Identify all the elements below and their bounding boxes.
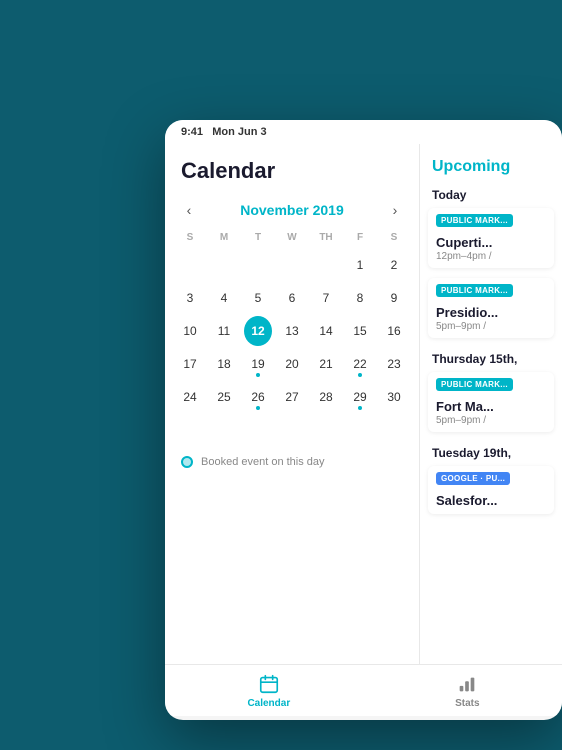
- day-header-tue: T: [241, 230, 275, 245]
- cal-day-8[interactable]: 8: [346, 283, 374, 313]
- cal-day-empty: [176, 250, 204, 280]
- tab-bar: Calendar Stats: [165, 664, 562, 716]
- cal-day-9[interactable]: 9: [380, 283, 408, 313]
- event-card-cupertino[interactable]: PUBLIC MARK... Cuperti... 12pm–4pm /: [428, 208, 554, 268]
- cal-day-23[interactable]: 23: [380, 349, 408, 379]
- legend-dot: [181, 456, 193, 468]
- cal-day-25[interactable]: 25: [210, 382, 238, 412]
- cal-day-26[interactable]: 26: [244, 382, 272, 412]
- section-tuesday: Tuesday 19th,: [420, 442, 562, 466]
- cal-day-empty: [176, 415, 204, 445]
- cal-day-20[interactable]: 20: [278, 349, 306, 379]
- tab-calendar-label: Calendar: [247, 698, 290, 709]
- event-name-1: Cuperti...: [436, 235, 546, 250]
- day-header-fri: F: [343, 230, 377, 245]
- cal-day-30[interactable]: 30: [380, 382, 408, 412]
- event-name-2: Presidio...: [436, 305, 546, 320]
- month-nav: ‹ November 2019 ›: [165, 194, 419, 230]
- day-header-sat: S: [377, 230, 411, 245]
- event-card-salesforce[interactable]: GOOGLE · PU... Salesfor...: [428, 466, 554, 514]
- cal-day-empty: [244, 250, 272, 280]
- day-header-thu: TH: [309, 230, 343, 245]
- cal-day-3[interactable]: 3: [176, 283, 204, 313]
- cal-day-29[interactable]: 29: [346, 382, 374, 412]
- event-card-presidio[interactable]: PUBLIC MARK... Presidio... 5pm–9pm /: [428, 278, 554, 338]
- calendar-panel: Calendar ‹ November 2019 › S M T W TH F …: [165, 144, 420, 664]
- event-time-3: 5pm–9pm /: [436, 415, 546, 426]
- cal-day-empty: [278, 250, 306, 280]
- event-badge-1: PUBLIC MARK...: [436, 214, 513, 227]
- day-headers: S M T W TH F S: [165, 230, 419, 245]
- cal-day-17[interactable]: 17: [176, 349, 204, 379]
- event-badge-4: GOOGLE · PU...: [436, 472, 510, 485]
- day-header-wed: W: [275, 230, 309, 245]
- tab-stats[interactable]: Stats: [455, 672, 479, 709]
- event-time-2: 5pm–9pm /: [436, 321, 546, 332]
- event-name-3: Fort Ma...: [436, 399, 546, 414]
- event-badge-3: PUBLIC MARK...: [436, 378, 513, 391]
- cal-day-16[interactable]: 16: [380, 316, 408, 346]
- device-frame: 9:41 Mon Jun 3 Calendar ‹ November 2019 …: [165, 120, 562, 720]
- app-container: Calendar ‹ November 2019 › S M T W TH F …: [165, 144, 562, 664]
- cal-day-13[interactable]: 13: [278, 316, 306, 346]
- event-time-1: 12pm–4pm /: [436, 251, 546, 262]
- cal-day-12-today[interactable]: 12: [244, 316, 272, 346]
- cal-day-1[interactable]: 1: [346, 250, 374, 280]
- cal-day-6[interactable]: 6: [278, 283, 306, 313]
- cal-day-22[interactable]: 22: [346, 349, 374, 379]
- upcoming-title: Upcoming: [420, 152, 562, 184]
- cal-day-11[interactable]: 11: [210, 316, 238, 346]
- legend-label: Booked event on this day: [201, 456, 325, 468]
- calendar-title: Calendar: [165, 144, 419, 194]
- cal-day-empty: [312, 250, 340, 280]
- cal-day-18[interactable]: 18: [210, 349, 238, 379]
- event-badge-2: PUBLIC MARK...: [436, 284, 513, 297]
- tab-calendar[interactable]: Calendar: [247, 672, 290, 709]
- status-time: 9:41: [181, 126, 203, 138]
- cal-day-14[interactable]: 14: [312, 316, 340, 346]
- stats-tab-icon: [455, 672, 479, 696]
- cal-day-15[interactable]: 15: [346, 316, 374, 346]
- status-date: Mon Jun 3: [212, 126, 266, 138]
- calendar-grid: 1 2 3 4 5 6 7 8 9 10 11 12 13 14 15 16 1…: [165, 249, 419, 446]
- cal-day-21[interactable]: 21: [312, 349, 340, 379]
- upcoming-panel: Upcoming Today PUBLIC MARK... Cuperti...…: [420, 144, 562, 664]
- event-name-4: Salesfor...: [436, 493, 546, 508]
- event-card-fortma[interactable]: PUBLIC MARK... Fort Ma... 5pm–9pm /: [428, 372, 554, 432]
- cal-day-4[interactable]: 4: [210, 283, 238, 313]
- cal-day-5[interactable]: 5: [244, 283, 272, 313]
- tab-stats-label: Stats: [455, 698, 479, 709]
- section-thursday: Thursday 15th,: [420, 348, 562, 372]
- day-header-mon: M: [207, 230, 241, 245]
- calendar-tab-icon: [257, 672, 281, 696]
- month-label: November 2019: [240, 202, 344, 218]
- cal-day-empty: [210, 250, 238, 280]
- day-header-sun: S: [173, 230, 207, 245]
- cal-day-28[interactable]: 28: [312, 382, 340, 412]
- cal-day-2[interactable]: 2: [380, 250, 408, 280]
- section-today: Today: [420, 184, 562, 208]
- cal-day-19[interactable]: 19: [244, 349, 272, 379]
- next-month-button[interactable]: ›: [383, 198, 407, 222]
- status-bar: 9:41 Mon Jun 3: [165, 120, 562, 144]
- cal-day-27[interactable]: 27: [278, 382, 306, 412]
- prev-month-button[interactable]: ‹: [177, 198, 201, 222]
- cal-day-10[interactable]: 10: [176, 316, 204, 346]
- cal-day-7[interactable]: 7: [312, 283, 340, 313]
- cal-day-24[interactable]: 24: [176, 382, 204, 412]
- booked-legend: Booked event on this day: [165, 446, 419, 478]
